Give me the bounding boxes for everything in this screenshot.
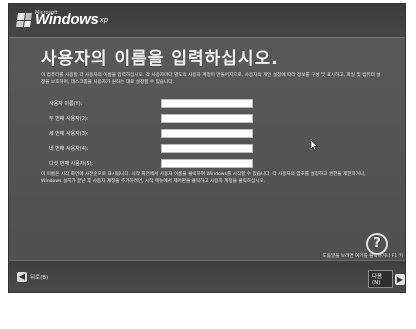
help-icon[interactable]: ? <box>366 233 388 255</box>
page-title: 사용자의 이름을 입력하십시오. <box>41 49 279 69</box>
windows-logo: Microsoft Windows xp <box>16 10 109 28</box>
third-user-label: 세 번째 사용자(3): <box>49 131 89 137</box>
form-row-second-user: 두 번째 사용자(2): <box>49 114 253 123</box>
fourth-user-field[interactable] <box>161 144 253 153</box>
back-button[interactable]: ◀ 뒤로(B) <box>17 272 48 282</box>
intro-text: 이 컴퓨터를 사용할 각 사용자의 이름을 입력하십시오. 각 사용자마다 별도… <box>41 73 381 85</box>
second-user-field[interactable] <box>161 114 253 123</box>
back-arrow-icon: ◀ <box>17 272 27 282</box>
user-name-field[interactable] <box>161 99 253 108</box>
top-bar: Microsoft Windows xp <box>9 4 405 38</box>
fifth-user-field[interactable] <box>161 159 253 168</box>
bottom-bar <box>9 260 405 292</box>
fifth-user-label: 다섯 번째 사용자(5): <box>49 161 94 167</box>
user-name-label: 사용자 이름(Y): <box>49 101 83 107</box>
form-row-third-user: 세 번째 사용자(3): <box>49 129 253 138</box>
brand-suffix: xp <box>99 15 109 24</box>
form-row-user-name: 사용자 이름(Y): <box>49 99 253 108</box>
fourth-user-label: 네 번째 사용자(4): <box>49 146 89 152</box>
next-button-label: 다음(N) <box>368 270 393 288</box>
next-arrow-icon: ▶ <box>394 273 405 285</box>
form-row-fourth-user: 네 번째 사용자(4): <box>49 144 253 153</box>
outro-text: 이 이름은 시작 화면에 사전순으로 표시됩니다. 시작 화면에서 사용자 이름… <box>41 172 366 184</box>
form-row-fifth-user: 다섯 번째 사용자(5): <box>49 159 253 168</box>
setup-screen: Microsoft Windows xp 사용자의 이름을 입력하십시오. 이 … <box>8 3 406 293</box>
next-button[interactable]: 다음(N) ▶ <box>368 270 405 288</box>
brand-microsoft: Microsoft <box>35 10 58 16</box>
second-user-label: 두 번째 사용자(2): <box>49 116 89 122</box>
windows-flag-icon <box>16 12 32 27</box>
third-user-field[interactable] <box>161 129 253 138</box>
back-button-label: 뒤로(B) <box>30 275 49 281</box>
